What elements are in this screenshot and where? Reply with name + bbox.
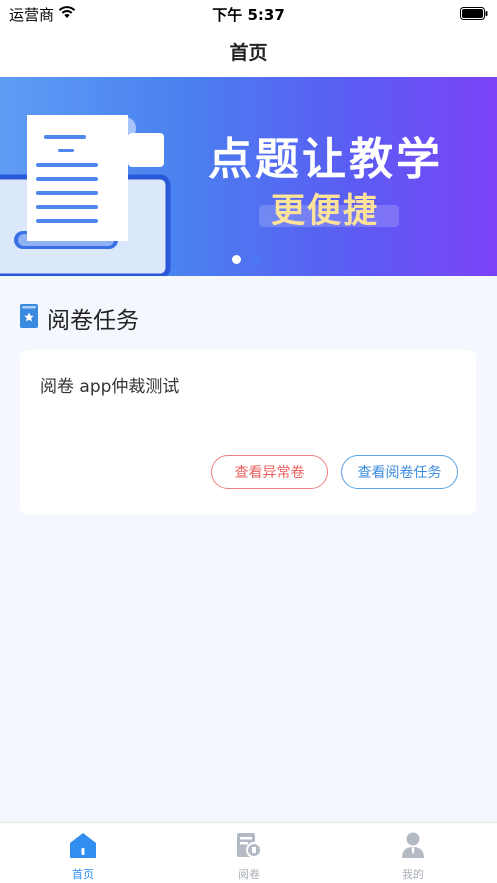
view-review-task-button[interactable]: 查看阅卷任务 — [341, 455, 458, 489]
section-header: 阅卷任务 — [20, 303, 139, 334]
view-abnormal-button[interactable]: 查看异常卷 — [211, 455, 328, 489]
task-card: 阅卷 app仲裁测试 查看异常卷 查看阅卷任务 — [20, 350, 476, 515]
battery-icon — [460, 6, 488, 24]
status-bar: 运营商 下午 5:37 — [0, 0, 497, 26]
carousel-indicator — [232, 255, 261, 264]
nav-bar: 首页 — [0, 26, 497, 77]
page-title: 首页 — [229, 42, 268, 64]
bookmark-star-icon — [20, 304, 38, 332]
home-icon — [69, 831, 97, 863]
carousel-dot-2[interactable] — [252, 255, 261, 264]
carousel-dot-1[interactable] — [232, 255, 241, 264]
task-name: 阅卷 app仲裁测试 — [40, 377, 180, 397]
tab-grading-label: 阅卷 — [238, 868, 260, 881]
banner-subline-wrap: 更便捷 — [259, 183, 399, 231]
tab-profile-label: 我的 — [402, 868, 424, 881]
grading-icon — [235, 831, 263, 863]
document-illustration — [0, 115, 171, 276]
tab-grading[interactable]: 阅卷 — [209, 831, 289, 881]
status-time: 下午 5:37 — [212, 6, 285, 24]
tab-bar: 首页 阅卷 我的 — [0, 822, 497, 883]
tab-home[interactable]: 首页 — [43, 831, 123, 881]
section-title: 阅卷任务 — [47, 308, 139, 334]
tab-profile[interactable]: 我的 — [373, 831, 453, 881]
tab-home-label: 首页 — [72, 868, 94, 881]
banner-subline: 更便捷 — [271, 191, 379, 231]
promo-banner[interactable]: 点题让教学 更便捷 — [0, 77, 497, 276]
profile-icon — [399, 831, 427, 863]
banner-headline: 点题让教学 — [208, 134, 443, 185]
